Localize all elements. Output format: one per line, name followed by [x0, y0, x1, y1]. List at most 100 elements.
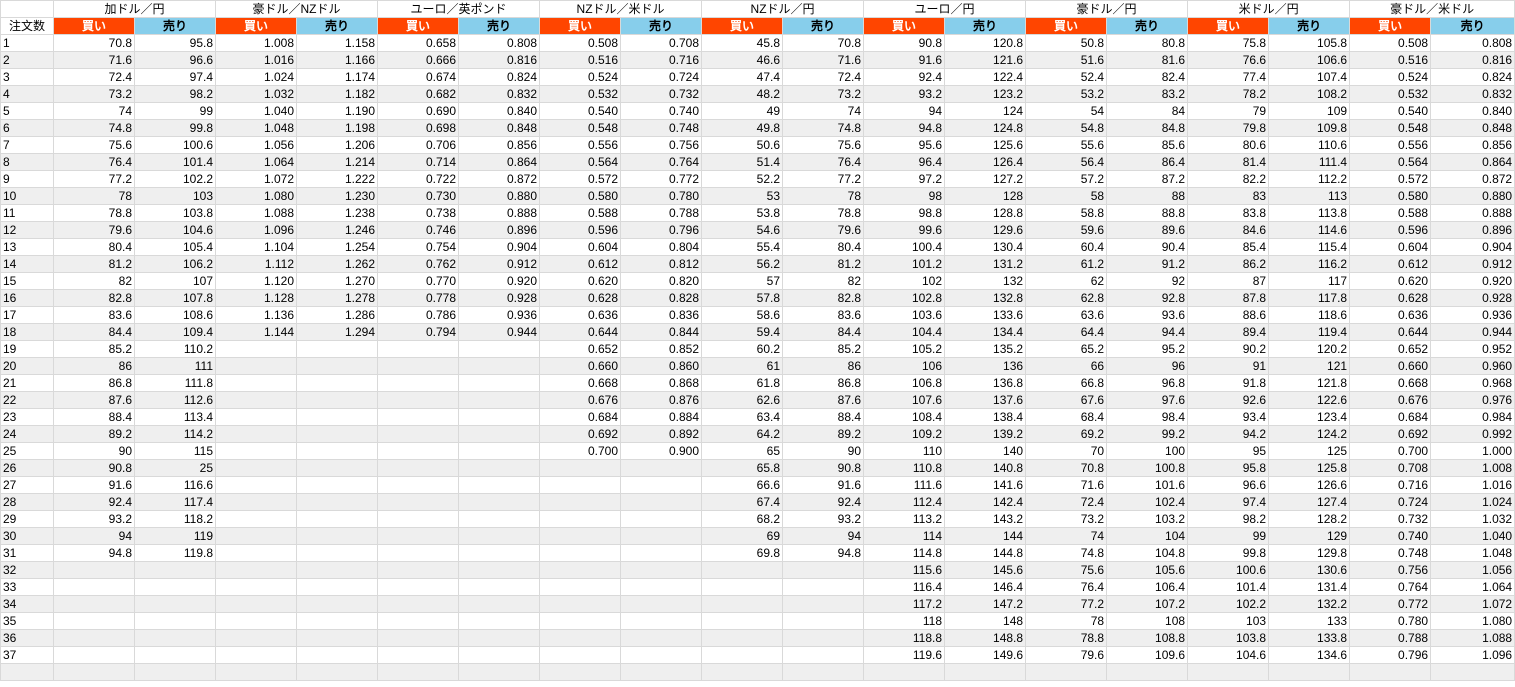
buy-price-cell[interactable]: 66	[1025, 357, 1108, 375]
buy-price-cell[interactable]: 81.4	[1187, 153, 1270, 171]
sell-price-cell[interactable]: 128	[944, 187, 1027, 205]
buy-price-cell[interactable]: 66.6	[701, 476, 784, 494]
buy-price-cell[interactable]: 1.088	[215, 204, 298, 222]
order-count-cell[interactable]: 28	[0, 493, 54, 511]
pair-header-audnzd[interactable]: 豪ドル／NZドル	[215, 0, 379, 18]
buy-price-cell[interactable]: 113.2	[863, 510, 946, 528]
buy-price-cell[interactable]: 105.2	[863, 340, 946, 358]
sell-price-cell[interactable]	[458, 510, 541, 528]
buy-price-cell[interactable]: 99.8	[1187, 544, 1270, 562]
buy-price-cell[interactable]: 0.692	[1349, 425, 1432, 443]
buy-price-cell[interactable]: 1.016	[215, 51, 298, 69]
buy-price-cell[interactable]: 86	[53, 357, 135, 375]
sell-price-cell[interactable]: 118.6	[1268, 306, 1351, 324]
buy-price-cell[interactable]: 0.564	[539, 153, 622, 171]
sell-price-cell[interactable]: 89.2	[782, 425, 865, 443]
sell-price-cell[interactable]: 114.2	[133, 425, 217, 443]
buy-price-cell[interactable]: 83.8	[1187, 204, 1270, 222]
sell-price-cell[interactable]: 129.8	[1268, 544, 1351, 562]
sell-price-cell[interactable]: 0.780	[620, 187, 703, 205]
sell-price-cell[interactable]: 121.8	[1268, 374, 1351, 392]
sell-price-cell[interactable]: 0.764	[620, 153, 703, 171]
sell-price-cell[interactable]: 148	[944, 612, 1027, 630]
buy-price-cell[interactable]: 102	[863, 272, 946, 290]
sell-price-cell[interactable]: 0.952	[1430, 340, 1515, 358]
buy-price-cell[interactable]: 0.532	[1349, 85, 1432, 103]
buy-price-cell[interactable]: 114.8	[863, 544, 946, 562]
buy-price-cell[interactable]	[53, 561, 135, 579]
buy-price-cell[interactable]: 54.8	[1025, 119, 1108, 137]
sell-price-cell[interactable]: 141.6	[944, 476, 1027, 494]
buy-price-cell[interactable]: 58.8	[1025, 204, 1108, 222]
buy-price-cell[interactable]: 106	[863, 357, 946, 375]
sell-price-cell[interactable]: 78	[782, 187, 865, 205]
buy-header[interactable]: 買い	[701, 17, 784, 35]
buy-price-cell[interactable]: 91.8	[1187, 374, 1270, 392]
sell-price-cell[interactable]: 144.8	[944, 544, 1027, 562]
sell-price-cell[interactable]: 93.6	[1106, 306, 1189, 324]
buy-price-cell[interactable]: 0.604	[539, 238, 622, 256]
sell-price-cell[interactable]: 96	[1106, 357, 1189, 375]
sell-price-cell[interactable]: 0.856	[1430, 136, 1515, 154]
sell-price-cell[interactable]: 0.880	[1430, 187, 1515, 205]
sell-price-cell[interactable]: 119.8	[133, 544, 217, 562]
sell-price-cell[interactable]	[296, 408, 379, 426]
buy-price-cell[interactable]: 78.8	[53, 204, 135, 222]
buy-price-cell[interactable]	[539, 612, 622, 630]
pair-header-nzdjpy[interactable]: NZドル／円	[701, 0, 865, 18]
buy-price-cell[interactable]: 69	[701, 527, 784, 545]
buy-price-cell[interactable]: 97.4	[1187, 493, 1270, 511]
sell-price-cell[interactable]: 108.2	[1268, 85, 1351, 103]
sell-price-cell[interactable]: 70.8	[782, 34, 865, 52]
sell-price-cell[interactable]	[296, 442, 379, 460]
buy-price-cell[interactable]: 92.4	[863, 68, 946, 86]
buy-price-cell[interactable]: 103.6	[863, 306, 946, 324]
sell-price-cell[interactable]: 0.860	[620, 357, 703, 375]
sell-price-cell[interactable]: 1.174	[296, 68, 379, 86]
buy-price-cell[interactable]: 94.8	[53, 544, 135, 562]
buy-price-cell[interactable]: 87.8	[1187, 289, 1270, 307]
buy-price-cell[interactable]: 1.056	[215, 136, 298, 154]
sell-price-cell[interactable]: 95.8	[133, 34, 217, 52]
buy-price-cell[interactable]: 0.644	[1349, 323, 1432, 341]
sell-price-cell[interactable]: 104.8	[1106, 544, 1189, 562]
sell-price-cell[interactable]: 76.4	[782, 153, 865, 171]
buy-price-cell[interactable]: 79.6	[53, 221, 135, 239]
buy-price-cell[interactable]	[377, 391, 460, 409]
sell-price-cell[interactable]	[133, 595, 217, 613]
sell-price-cell[interactable]: 90.4	[1106, 238, 1189, 256]
sell-price-cell[interactable]: 0.844	[620, 323, 703, 341]
sell-price-cell[interactable]: 111.4	[1268, 153, 1351, 171]
sell-price-cell[interactable]: 1.008	[1430, 459, 1515, 477]
pair-header-audjpy[interactable]: 豪ドル／円	[1025, 0, 1189, 18]
buy-price-cell[interactable]: 76.4	[1025, 578, 1108, 596]
buy-header[interactable]: 買い	[1187, 17, 1270, 35]
buy-price-cell[interactable]: 71.6	[53, 51, 135, 69]
buy-price-cell[interactable]: 104.6	[1187, 646, 1270, 664]
buy-price-cell[interactable]: 1.032	[215, 85, 298, 103]
empty-cell[interactable]	[1430, 663, 1515, 681]
sell-price-cell[interactable]: 149.6	[944, 646, 1027, 664]
buy-price-cell[interactable]: 0.572	[1349, 170, 1432, 188]
buy-price-cell[interactable]: 45.8	[701, 34, 784, 52]
pair-header-cadjpy[interactable]: 加ドル／円	[52, 0, 217, 18]
sell-price-cell[interactable]: 108	[1106, 612, 1189, 630]
buy-price-cell[interactable]: 91.6	[863, 51, 946, 69]
order-count-cell[interactable]: 17	[0, 306, 54, 324]
buy-price-cell[interactable]: 73.2	[53, 85, 135, 103]
sell-price-cell[interactable]: 84	[1106, 102, 1189, 120]
buy-price-cell[interactable]	[539, 561, 622, 579]
sell-price-cell[interactable]: 129	[1268, 527, 1351, 545]
buy-price-cell[interactable]: 57.8	[701, 289, 784, 307]
order-count-cell[interactable]: 20	[0, 357, 54, 375]
sell-price-cell[interactable]: 0.812	[620, 255, 703, 273]
buy-price-cell[interactable]: 100.6	[1187, 561, 1270, 579]
buy-price-cell[interactable]	[701, 629, 784, 647]
buy-price-cell[interactable]: 0.524	[1349, 68, 1432, 86]
sell-price-cell[interactable]: 132.2	[1268, 595, 1351, 613]
buy-price-cell[interactable]: 0.524	[539, 68, 622, 86]
buy-price-cell[interactable]: 51.4	[701, 153, 784, 171]
buy-price-cell[interactable]: 64.4	[1025, 323, 1108, 341]
buy-price-cell[interactable]: 0.652	[1349, 340, 1432, 358]
buy-price-cell[interactable]: 58	[1025, 187, 1108, 205]
